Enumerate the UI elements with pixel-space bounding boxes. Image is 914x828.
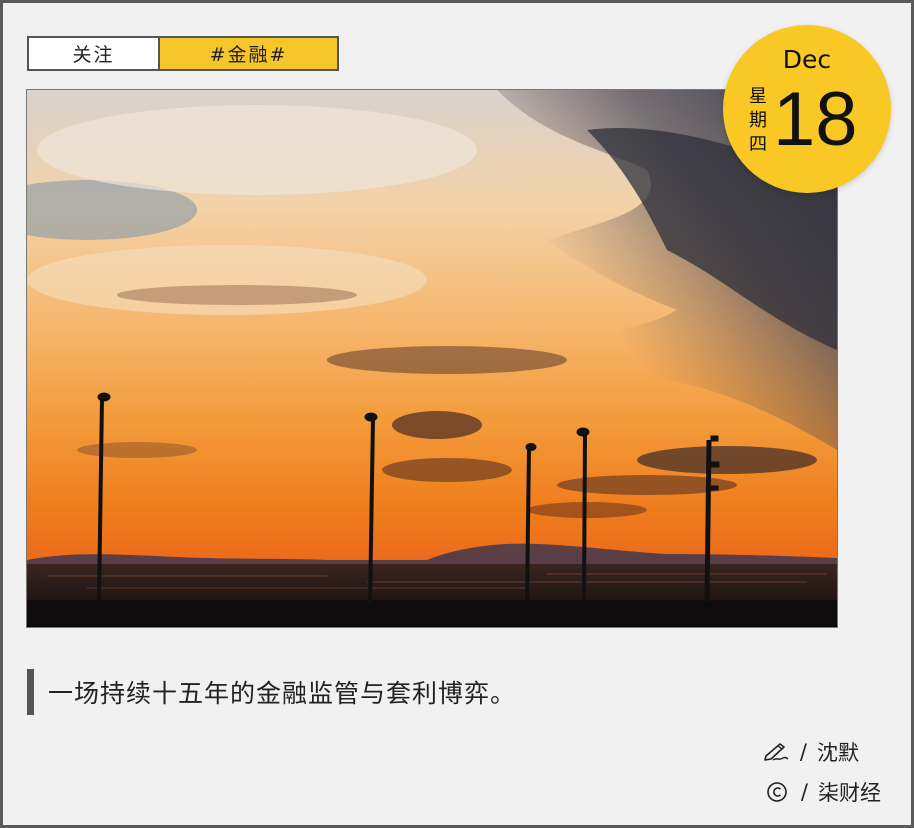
weekday-char: 四 [749, 134, 767, 155]
headline-accent-bar [27, 669, 34, 715]
weekday-label: 星 期 四 [747, 85, 769, 157]
copyright-icon [763, 780, 791, 804]
author-credit: / 沈默 [762, 737, 859, 767]
day-number: 18 [773, 77, 858, 162]
pen-writing-icon [762, 740, 790, 764]
weekday-char: 星 [749, 86, 767, 107]
date-badge: Dec 星 期 四 18 [723, 25, 891, 193]
tag-bar: 关注 #金融# [27, 36, 339, 71]
source-separator: / [800, 780, 808, 804]
month-label: Dec [782, 45, 832, 74]
source-credit: / 柒财经 [763, 777, 881, 807]
sunset-photo [27, 90, 837, 627]
source-name[interactable]: 柒财经 [818, 777, 881, 807]
topic-tag[interactable]: #金融# [160, 36, 339, 71]
headline: 一场持续十五年的金融监管与套利博弈。 [27, 669, 516, 715]
article-card: 关注 #金融# Dec 星 期 四 18 一场持续十五年的金融监管与套利博弈。 … [3, 3, 911, 825]
author-name[interactable]: 沈默 [817, 737, 859, 767]
author-separator: / [799, 740, 807, 764]
cover-photo [26, 89, 838, 628]
headline-text[interactable]: 一场持续十五年的金融监管与套利博弈。 [48, 674, 516, 710]
follow-tag[interactable]: 关注 [27, 36, 160, 71]
weekday-char: 期 [749, 110, 767, 131]
